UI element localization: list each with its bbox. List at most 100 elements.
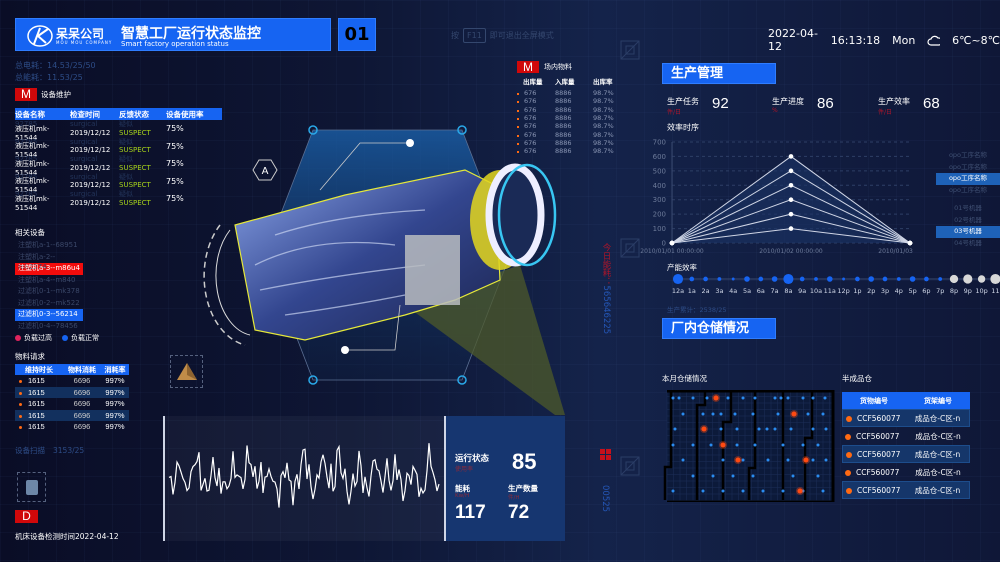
grid-menu-icon[interactable] bbox=[600, 449, 612, 461]
process-item[interactable]: opo工序名称 bbox=[936, 185, 1000, 197]
process-item[interactable]: opo工序名称 bbox=[936, 150, 1000, 162]
col-header: 物料消耗 bbox=[68, 365, 96, 374]
hour-label: 7a bbox=[771, 287, 779, 295]
storage-slot bbox=[721, 489, 725, 493]
vertical-code: 00525 bbox=[600, 485, 610, 513]
table-row[interactable]: 1615 6696 997% bbox=[15, 398, 129, 410]
col-header: 消耗率 bbox=[104, 365, 126, 374]
table-row[interactable]: CCF560077 成品仓-C区-n bbox=[842, 463, 970, 481]
related-device-item[interactable]: 过滤机0-1--mk378 bbox=[15, 286, 83, 298]
bullet-icon bbox=[845, 433, 851, 440]
table-row[interactable]: CCF560077 成品仓-C区-n bbox=[842, 445, 970, 463]
storage-slot bbox=[741, 396, 745, 400]
table-row[interactable]: 676 8886 98.7% bbox=[517, 147, 627, 155]
capacity-dot bbox=[744, 276, 750, 282]
storage-slot bbox=[786, 458, 790, 462]
hour-label: 8a bbox=[784, 287, 792, 295]
capacity-dot bbox=[758, 276, 764, 282]
related-device-item[interactable]: 注塑机a-3--m86u4 bbox=[15, 263, 83, 275]
f11-key[interactable]: F11 bbox=[463, 28, 486, 43]
screen-number: 01 bbox=[338, 18, 376, 51]
storage-slot bbox=[824, 458, 828, 462]
table-row[interactable]: 676 8886 98.7% bbox=[517, 122, 627, 130]
chart-title: 效率时序 bbox=[667, 123, 699, 132]
process-item[interactable]: opo工序名称 bbox=[936, 162, 1000, 174]
machine-item[interactable]: 02号机器 bbox=[936, 215, 1000, 227]
status-label: 运行状态 bbox=[455, 454, 490, 464]
data-point bbox=[788, 211, 794, 217]
storage-slot bbox=[726, 396, 730, 400]
table-row[interactable]: CCF560077 成品仓-C区-n bbox=[842, 481, 970, 499]
occupied-slot bbox=[701, 426, 707, 432]
in-qty: 8886 bbox=[555, 89, 572, 98]
out-rate: 98.7% bbox=[593, 138, 614, 147]
table-row[interactable]: CCF560077 成品仓-C区-n bbox=[842, 427, 970, 445]
table-row[interactable]: 1615 6696 997% bbox=[15, 421, 129, 433]
hour-label: 2p bbox=[867, 287, 875, 295]
section-title: 场内物料 bbox=[544, 63, 572, 71]
capacity-dot bbox=[672, 273, 684, 285]
storage-slot bbox=[677, 396, 681, 400]
y-tick-label: 700 bbox=[653, 139, 666, 147]
cloud-icon bbox=[927, 35, 941, 46]
table-row[interactable]: 676 8886 98.7% bbox=[517, 130, 627, 139]
bullet-icon bbox=[517, 126, 519, 129]
shelf-id: 成品仓-C区-n bbox=[914, 413, 961, 423]
stat-unit: 件/日 bbox=[667, 109, 682, 116]
table-row[interactable]: 1615 6696 997% bbox=[15, 386, 129, 398]
storage-slot bbox=[757, 427, 761, 431]
check-date: 2019/12/12 bbox=[70, 163, 111, 172]
table-row[interactable]: CCF560077 成品仓-C区-n bbox=[842, 409, 970, 427]
related-device-item[interactable]: 过滤机0-2--mk522 bbox=[15, 298, 83, 310]
in-qty: 8886 bbox=[555, 138, 572, 147]
hour-label: 5p bbox=[908, 287, 916, 295]
check-date: 2019/12/12 bbox=[70, 198, 111, 207]
related-device-item[interactable]: 注塑机a-1--68951 bbox=[15, 240, 83, 252]
process-item[interactable]: opo工序名称 bbox=[936, 173, 1000, 185]
check-date: 2019/12/12 bbox=[70, 128, 111, 137]
storage-slot bbox=[789, 427, 793, 431]
machine-item[interactable]: 01号机器 bbox=[936, 203, 1000, 215]
duration: 1615 bbox=[28, 399, 45, 409]
out-rate: 98.7% bbox=[593, 97, 614, 106]
table-row[interactable]: 676 8886 98.7% bbox=[517, 114, 627, 122]
x-tick-label: 2010/01/01 00:00:00 bbox=[640, 248, 704, 255]
storage-slot bbox=[673, 427, 677, 431]
table-row[interactable]: 1615 6696 997% bbox=[15, 375, 129, 387]
in-qty: 8886 bbox=[555, 122, 572, 131]
storage-slot bbox=[691, 474, 695, 478]
capacity-dot bbox=[814, 277, 818, 281]
ghost-type: surgical bbox=[70, 120, 98, 128]
total-energy: 总能耗：11.53/25 bbox=[15, 73, 83, 82]
table-header: 出库量 入库量 出库率 bbox=[517, 75, 627, 87]
out-qty: 676 bbox=[524, 147, 537, 156]
table-row[interactable]: 676 8886 98.7% bbox=[517, 89, 627, 97]
stat-unit: 件/日 bbox=[878, 109, 893, 116]
related-device-item[interactable]: 注塑机a-2--mk2274 bbox=[15, 252, 83, 271]
stat-label: 生产进度 bbox=[772, 97, 804, 106]
table-row[interactable]: 676 8886 98.7% bbox=[517, 97, 627, 105]
hour-label: 12p bbox=[837, 287, 849, 295]
data-point bbox=[788, 226, 794, 231]
related-device-item[interactable]: 注塑机a-4--m840 bbox=[15, 275, 83, 287]
capacity-dot bbox=[924, 276, 929, 282]
inventory-table: 出库量 入库量 出库率 676 8886 98.7% 676 8886 98.7% 676 8… bbox=[517, 75, 627, 155]
related-device-item[interactable]: 过滤机0-3--56214 bbox=[15, 309, 83, 321]
stat-unit: % bbox=[772, 107, 778, 114]
storage-slot bbox=[765, 427, 769, 431]
y-tick-label: 400 bbox=[653, 182, 666, 190]
warehouse-grid-map bbox=[663, 390, 835, 502]
storage-slot bbox=[731, 474, 735, 478]
machine-item[interactable]: 03号机器 bbox=[936, 226, 1000, 238]
related-device-item[interactable]: 过滤机0-4--78456 bbox=[15, 321, 83, 333]
runtime-panel: 运行状态 使用率 85 能耗 Kw/H 117 生产数量 件/H 72 bbox=[446, 416, 565, 541]
table-row[interactable]: 1615 6696 997% bbox=[15, 409, 129, 421]
machine-item[interactable]: 04号机器 bbox=[936, 238, 1000, 250]
rate: 997% bbox=[105, 410, 125, 420]
storage-slot bbox=[691, 396, 695, 400]
hour-label: 12a bbox=[672, 287, 684, 295]
col-header: 维持时长 bbox=[25, 365, 53, 374]
table-row[interactable]: 676 8886 98.7% bbox=[517, 139, 627, 147]
table-row[interactable]: 676 8886 98.7% bbox=[517, 106, 627, 114]
storage-slot bbox=[761, 489, 765, 493]
